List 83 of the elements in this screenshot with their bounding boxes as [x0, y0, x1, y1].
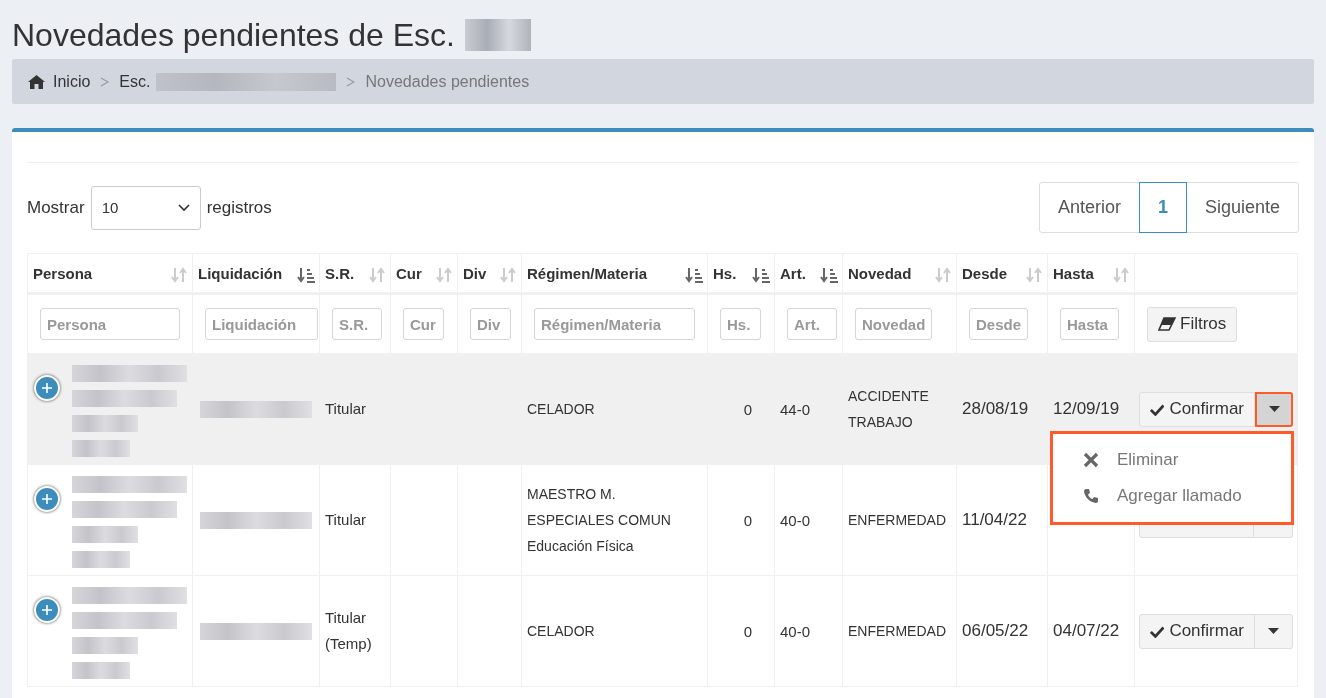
phone-icon	[1083, 488, 1099, 504]
redacted-block	[72, 440, 130, 457]
expand-icon[interactable]	[34, 597, 60, 623]
sort-descending-icon[interactable]	[297, 266, 315, 284]
table-cell: 0	[743, 400, 752, 418]
chevron-down-icon	[177, 203, 190, 212]
table-cell: 44-0	[780, 400, 811, 418]
check-icon	[1150, 624, 1165, 638]
table-cell-text: MAESTRO M. ESPECIALES COMUN Educación Física	[527, 485, 671, 556]
table-cell-text: CELADOR	[527, 622, 595, 641]
table-cell: 12/09/19	[1053, 399, 1120, 418]
column-header[interactable]: S.R.	[319, 253, 391, 294]
column-header[interactable]: Novedad	[842, 253, 957, 294]
redacted-block	[464, 19, 531, 51]
filter-input[interactable]: Persona	[40, 308, 180, 340]
table-cell: 28/08/19	[962, 399, 1029, 418]
eraser-icon	[1158, 317, 1176, 331]
filter-input[interactable]: Hs.	[720, 308, 761, 340]
table-cell-text: Titular (Temp)	[325, 608, 372, 654]
column-header[interactable]: Régimen/Materia	[521, 253, 708, 294]
table-cell-text: CELADOR	[527, 400, 595, 419]
check-icon	[1150, 402, 1165, 416]
redacted-block	[72, 551, 130, 568]
sort-descending-icon[interactable]	[685, 266, 703, 284]
pagination-button[interactable]: Anterior	[1038, 182, 1140, 233]
table-cell: 0	[743, 622, 752, 640]
page-title: Novedades pendientes de Esc.	[12, 16, 455, 54]
table-cell: 04/07/22	[1053, 621, 1120, 640]
redacted-block	[72, 662, 130, 679]
table-cell: 06/05/22	[962, 621, 1029, 640]
column-header[interactable]: Liquidación	[192, 253, 320, 294]
redacted-block	[72, 415, 138, 432]
column-header[interactable]: Desde	[956, 253, 1048, 294]
separator-icon	[100, 76, 110, 87]
home-icon	[28, 74, 45, 89]
separator-icon	[346, 76, 356, 87]
filter-input[interactable]: Hasta	[1060, 308, 1119, 340]
filter-input[interactable]: Régimen/Materia	[534, 308, 695, 340]
filters-button[interactable]: Filtros	[1147, 306, 1238, 342]
table-cell-text: ENFERMEDAD	[848, 622, 946, 641]
redacted-block	[72, 637, 138, 654]
filter-input[interactable]: Cur	[403, 308, 444, 340]
column-header[interactable]: Cur	[390, 253, 458, 294]
dropdown-toggle[interactable]	[1255, 391, 1293, 427]
table-cell: 40-0	[780, 622, 811, 640]
table-cell-text: ENFERMEDAD	[848, 511, 946, 530]
menu-item[interactable]: Eliminar	[1053, 442, 1291, 478]
redacted-block	[72, 526, 138, 543]
breadcrumb-link[interactable]: Esc.	[119, 72, 151, 91]
column-header[interactable]: Div	[457, 253, 522, 294]
filter-input[interactable]: Novedad	[855, 308, 932, 340]
pagination-button[interactable]: 1	[1138, 182, 1187, 233]
caret-down-icon	[1268, 406, 1280, 412]
breadcrumb-current: Novedades pendientes	[365, 72, 530, 91]
confirm-button[interactable]: Confirmar	[1139, 613, 1255, 649]
column-header[interactable]: Hs.	[707, 253, 775, 294]
table-cell: 0	[743, 511, 752, 529]
confirm-button[interactable]: Confirmar	[1139, 391, 1255, 427]
expand-icon[interactable]	[34, 375, 60, 401]
filter-input[interactable]: Art.	[787, 308, 837, 340]
length-label: Mostrar	[27, 197, 85, 218]
column-header[interactable]: Persona	[27, 253, 193, 294]
sort-descending-icon[interactable]	[752, 266, 770, 284]
table-cell-text: Titular	[325, 510, 367, 530]
filter-input[interactable]: Desde	[969, 308, 1028, 340]
sort-descending-icon[interactable]	[820, 266, 838, 284]
column-header[interactable]: Hasta	[1047, 253, 1135, 294]
table-cell-text: ACCIDENTE TRABAJO	[848, 387, 929, 432]
table-cell: 40-0	[780, 511, 811, 529]
filter-input[interactable]: Div	[470, 308, 511, 340]
table-cell: 11/04/22	[962, 510, 1027, 529]
table-cell-text: Titular	[325, 399, 367, 419]
close-icon	[1083, 452, 1099, 468]
breadcrumb-link[interactable]: Inicio	[53, 72, 91, 91]
expand-icon[interactable]	[34, 486, 60, 512]
caret-down-icon	[1268, 628, 1279, 634]
menu-item[interactable]: Agregar llamado	[1053, 478, 1291, 514]
length-label: registros	[206, 197, 272, 218]
filter-input[interactable]: Liquidación	[205, 308, 318, 340]
page-size-select[interactable]: 10	[90, 185, 201, 230]
column-header[interactable]: Art.	[774, 253, 843, 294]
pagination-button[interactable]: Siguiente	[1185, 182, 1299, 233]
filter-input[interactable]: S.R.	[332, 308, 382, 340]
